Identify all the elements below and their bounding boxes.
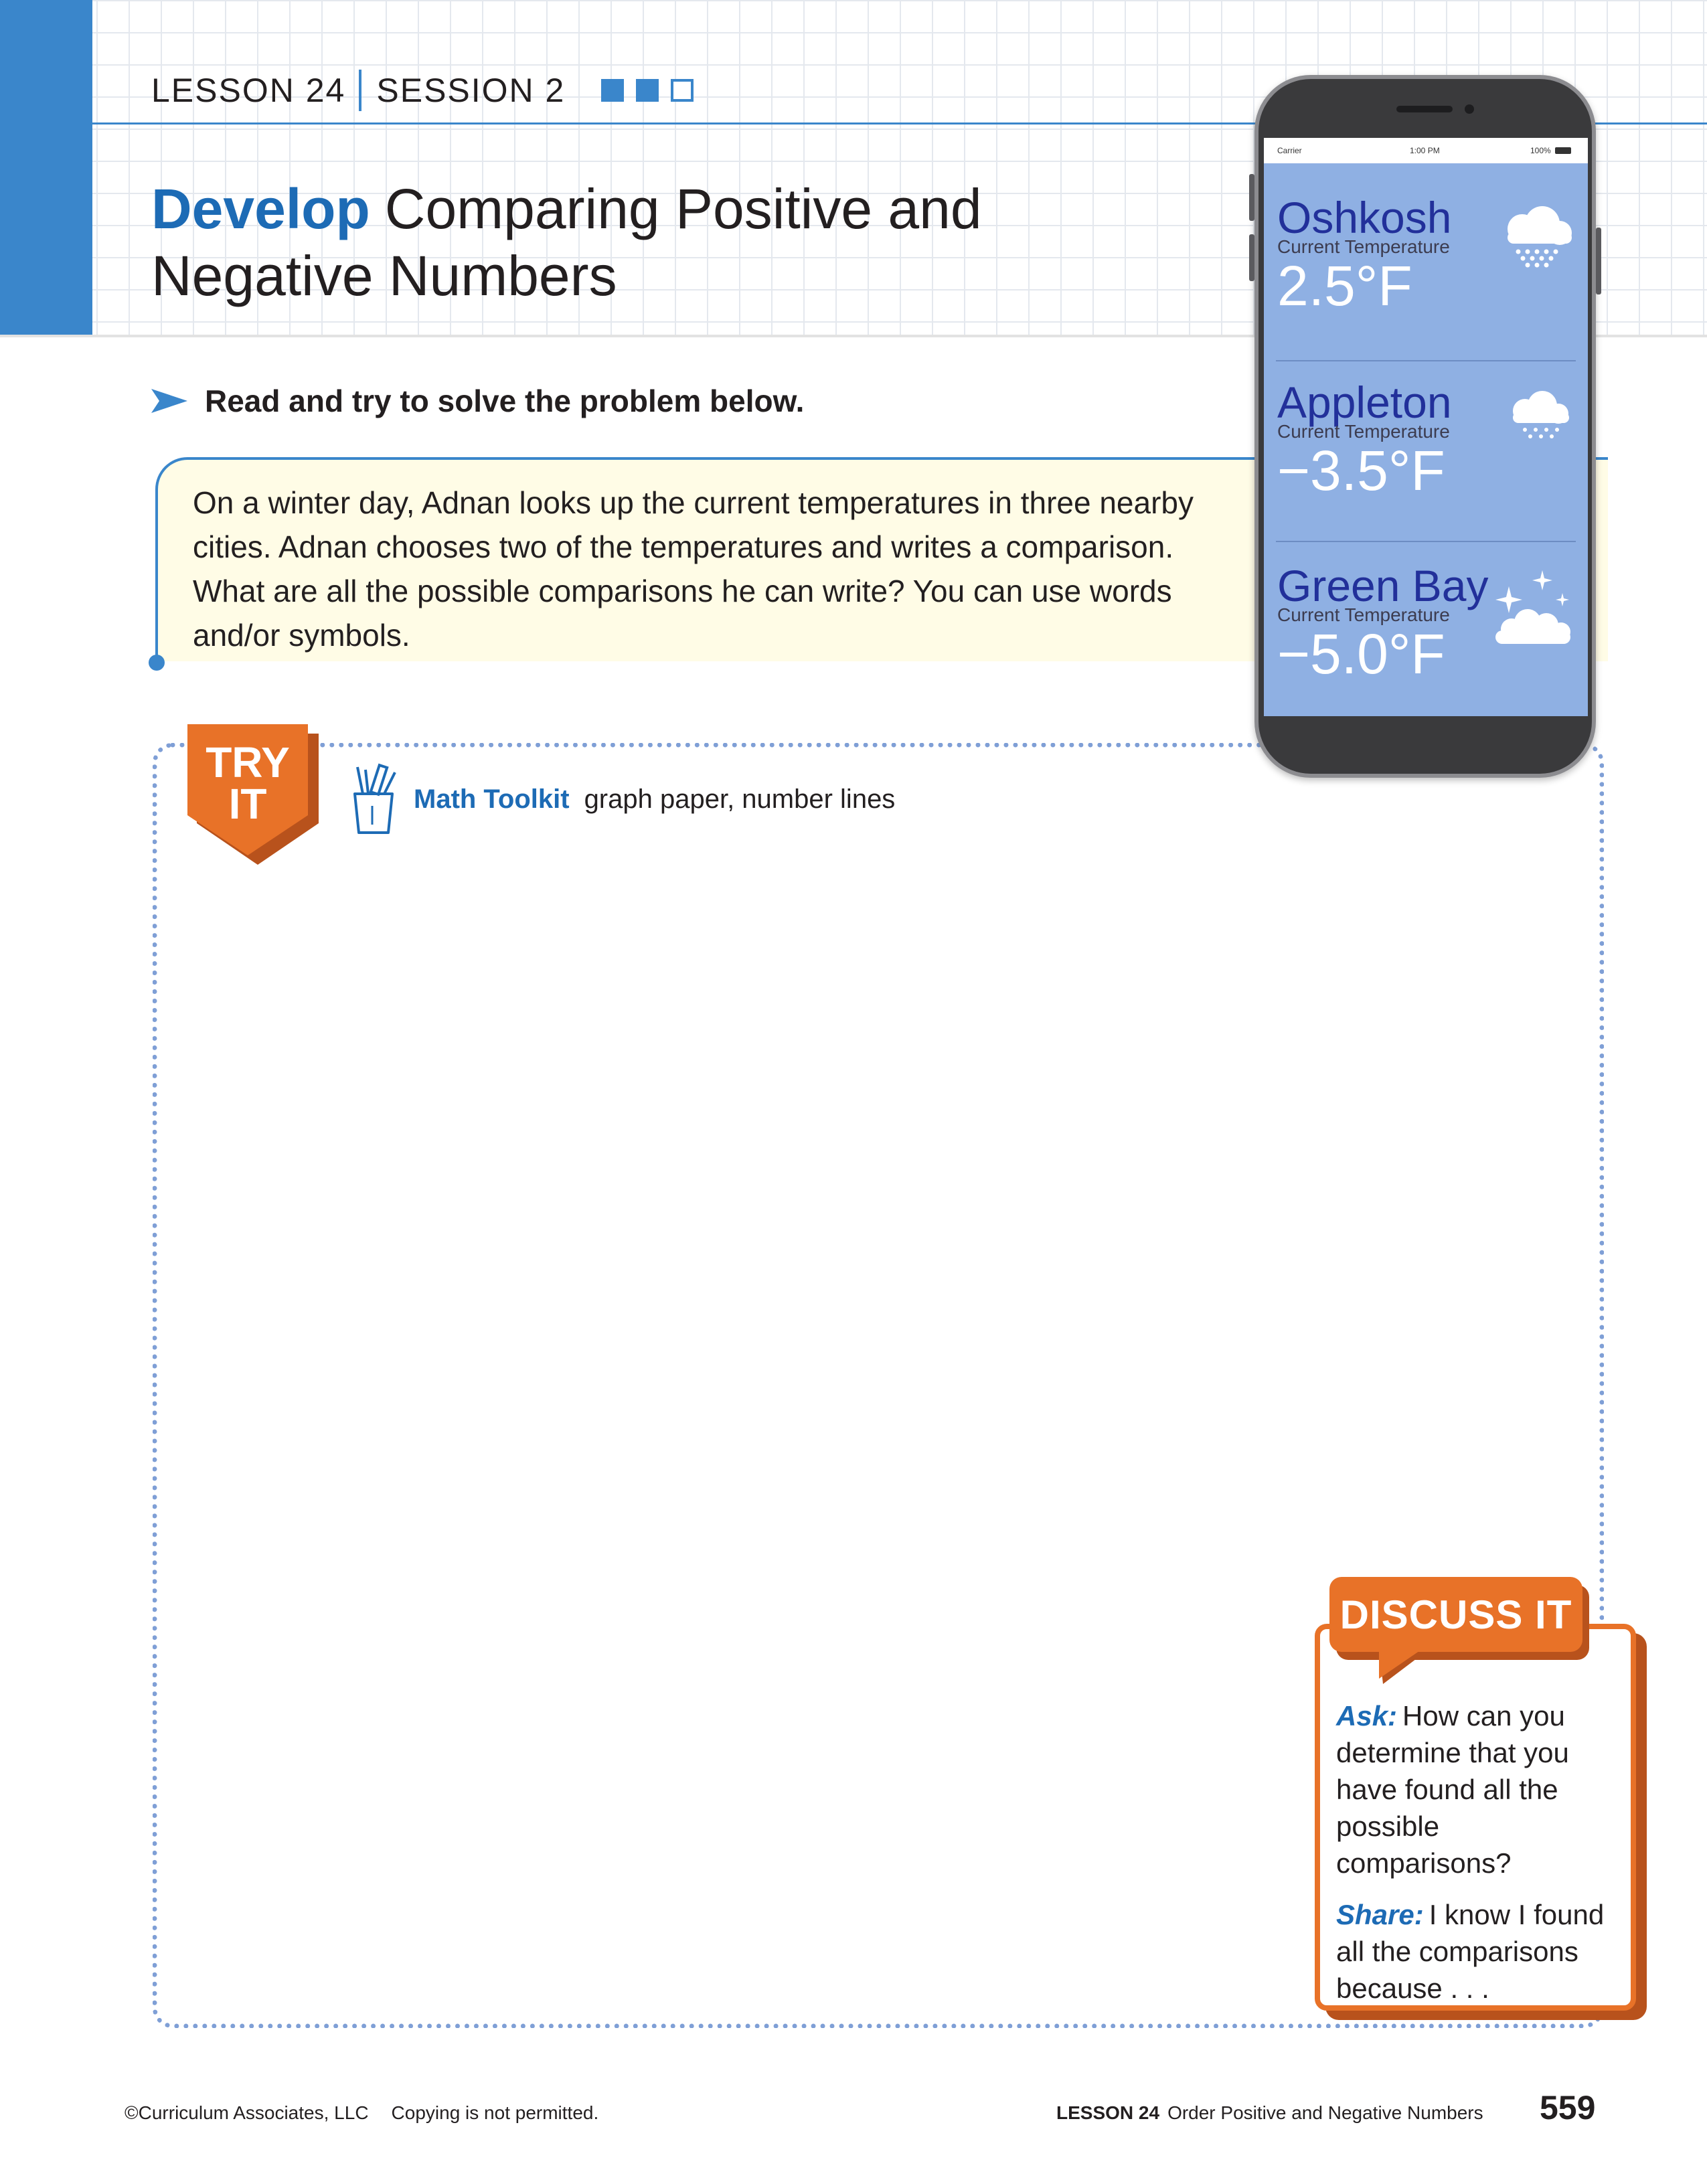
session-progress (601, 79, 694, 102)
title-line-1: Comparing Positive and (384, 177, 982, 240)
title-line-2: Negative Numbers (151, 244, 617, 307)
progress-square-filled (601, 79, 625, 102)
header-accent-bar (0, 0, 92, 335)
status-battery: 100% (1530, 146, 1571, 155)
try-it-label: TRY IT (187, 738, 308, 828)
footer-copyright: ©Curriculum Associates, LLC (125, 2102, 369, 2123)
problem-text: On a winter day, Adnan looks up the curr… (193, 485, 1194, 653)
battery-percent: 100% (1530, 146, 1551, 155)
discuss-share: Share: I know I found all the comparisons… (1336, 1896, 1617, 2007)
weather-app-screen: Carrier 1:00 PM 100% Oshkosh Current Tem… (1264, 138, 1588, 716)
status-carrier: Carrier (1277, 146, 1302, 155)
lesson-separator (359, 70, 362, 111)
phone-camera (1465, 104, 1474, 114)
problem-box-dot (149, 655, 165, 671)
math-toolkit-items: graph paper, number lines (584, 784, 896, 814)
city-divider (1276, 541, 1576, 542)
math-toolkit-label: Math Toolkit (414, 784, 570, 814)
pencil-cup-icon (353, 763, 396, 834)
snow-cloud-icon (1508, 206, 1572, 268)
ask-label: Ask: (1336, 1700, 1398, 1732)
session-label: SESSION 2 (376, 72, 566, 109)
math-toolkit: Math Toolkit graph paper, number lines (348, 763, 895, 835)
phone-side-button (1249, 174, 1254, 221)
try-it-line-1: TRY (206, 738, 290, 786)
instruction-text: Read and try to solve the problem below. (205, 384, 805, 418)
title-keyword: Develop (151, 177, 370, 240)
phone-power-button (1596, 228, 1601, 295)
progress-square-empty (671, 79, 694, 102)
footer-left: ©Curriculum Associates, LLC Copying is no… (125, 2102, 598, 2124)
discuss-ask: Ask: How can you determine that you have … (1336, 1697, 1617, 1881)
page-number: 559 (1540, 2089, 1596, 2126)
status-time: 1:00 PM (1410, 146, 1440, 155)
lesson-label: LESSON 24 (151, 72, 346, 109)
footer-right: LESSON 24 Order Positive and Negative Num… (1056, 2102, 1483, 2124)
speech-pointer-icon (1379, 1647, 1433, 1684)
share-label: Share: (1336, 1899, 1424, 1930)
discuss-it-title: DISCUSS IT (1329, 1577, 1582, 1652)
sparkle-cloud-icon (1495, 570, 1570, 644)
discuss-it-body: Ask: How can you determine that you have … (1336, 1697, 1617, 2021)
status-bar: Carrier 1:00 PM 100% (1264, 138, 1588, 163)
try-it-line-2: IT (228, 780, 267, 828)
phone-speaker (1396, 106, 1453, 112)
footer-copy-notice: Copying is not permitted. (391, 2102, 599, 2123)
city-divider (1276, 360, 1576, 361)
progress-square-filled (636, 79, 659, 102)
arrow-right-icon (151, 389, 187, 413)
phone-side-button (1249, 234, 1254, 281)
footer-lesson-title: Order Positive and Negative Numbers (1167, 2102, 1483, 2123)
footer-lesson: LESSON 24 (1056, 2102, 1160, 2123)
lesson-session-line: LESSON 24 SESSION 2 (151, 67, 694, 114)
battery-icon (1554, 147, 1571, 154)
city-temperature: −3.5°F (1277, 439, 1445, 502)
snow-cloud-icon (1513, 391, 1569, 438)
page-title: Develop Comparing Positive and Negative N… (151, 175, 1155, 309)
instruction: Read and try to solve the problem below. (151, 383, 804, 419)
